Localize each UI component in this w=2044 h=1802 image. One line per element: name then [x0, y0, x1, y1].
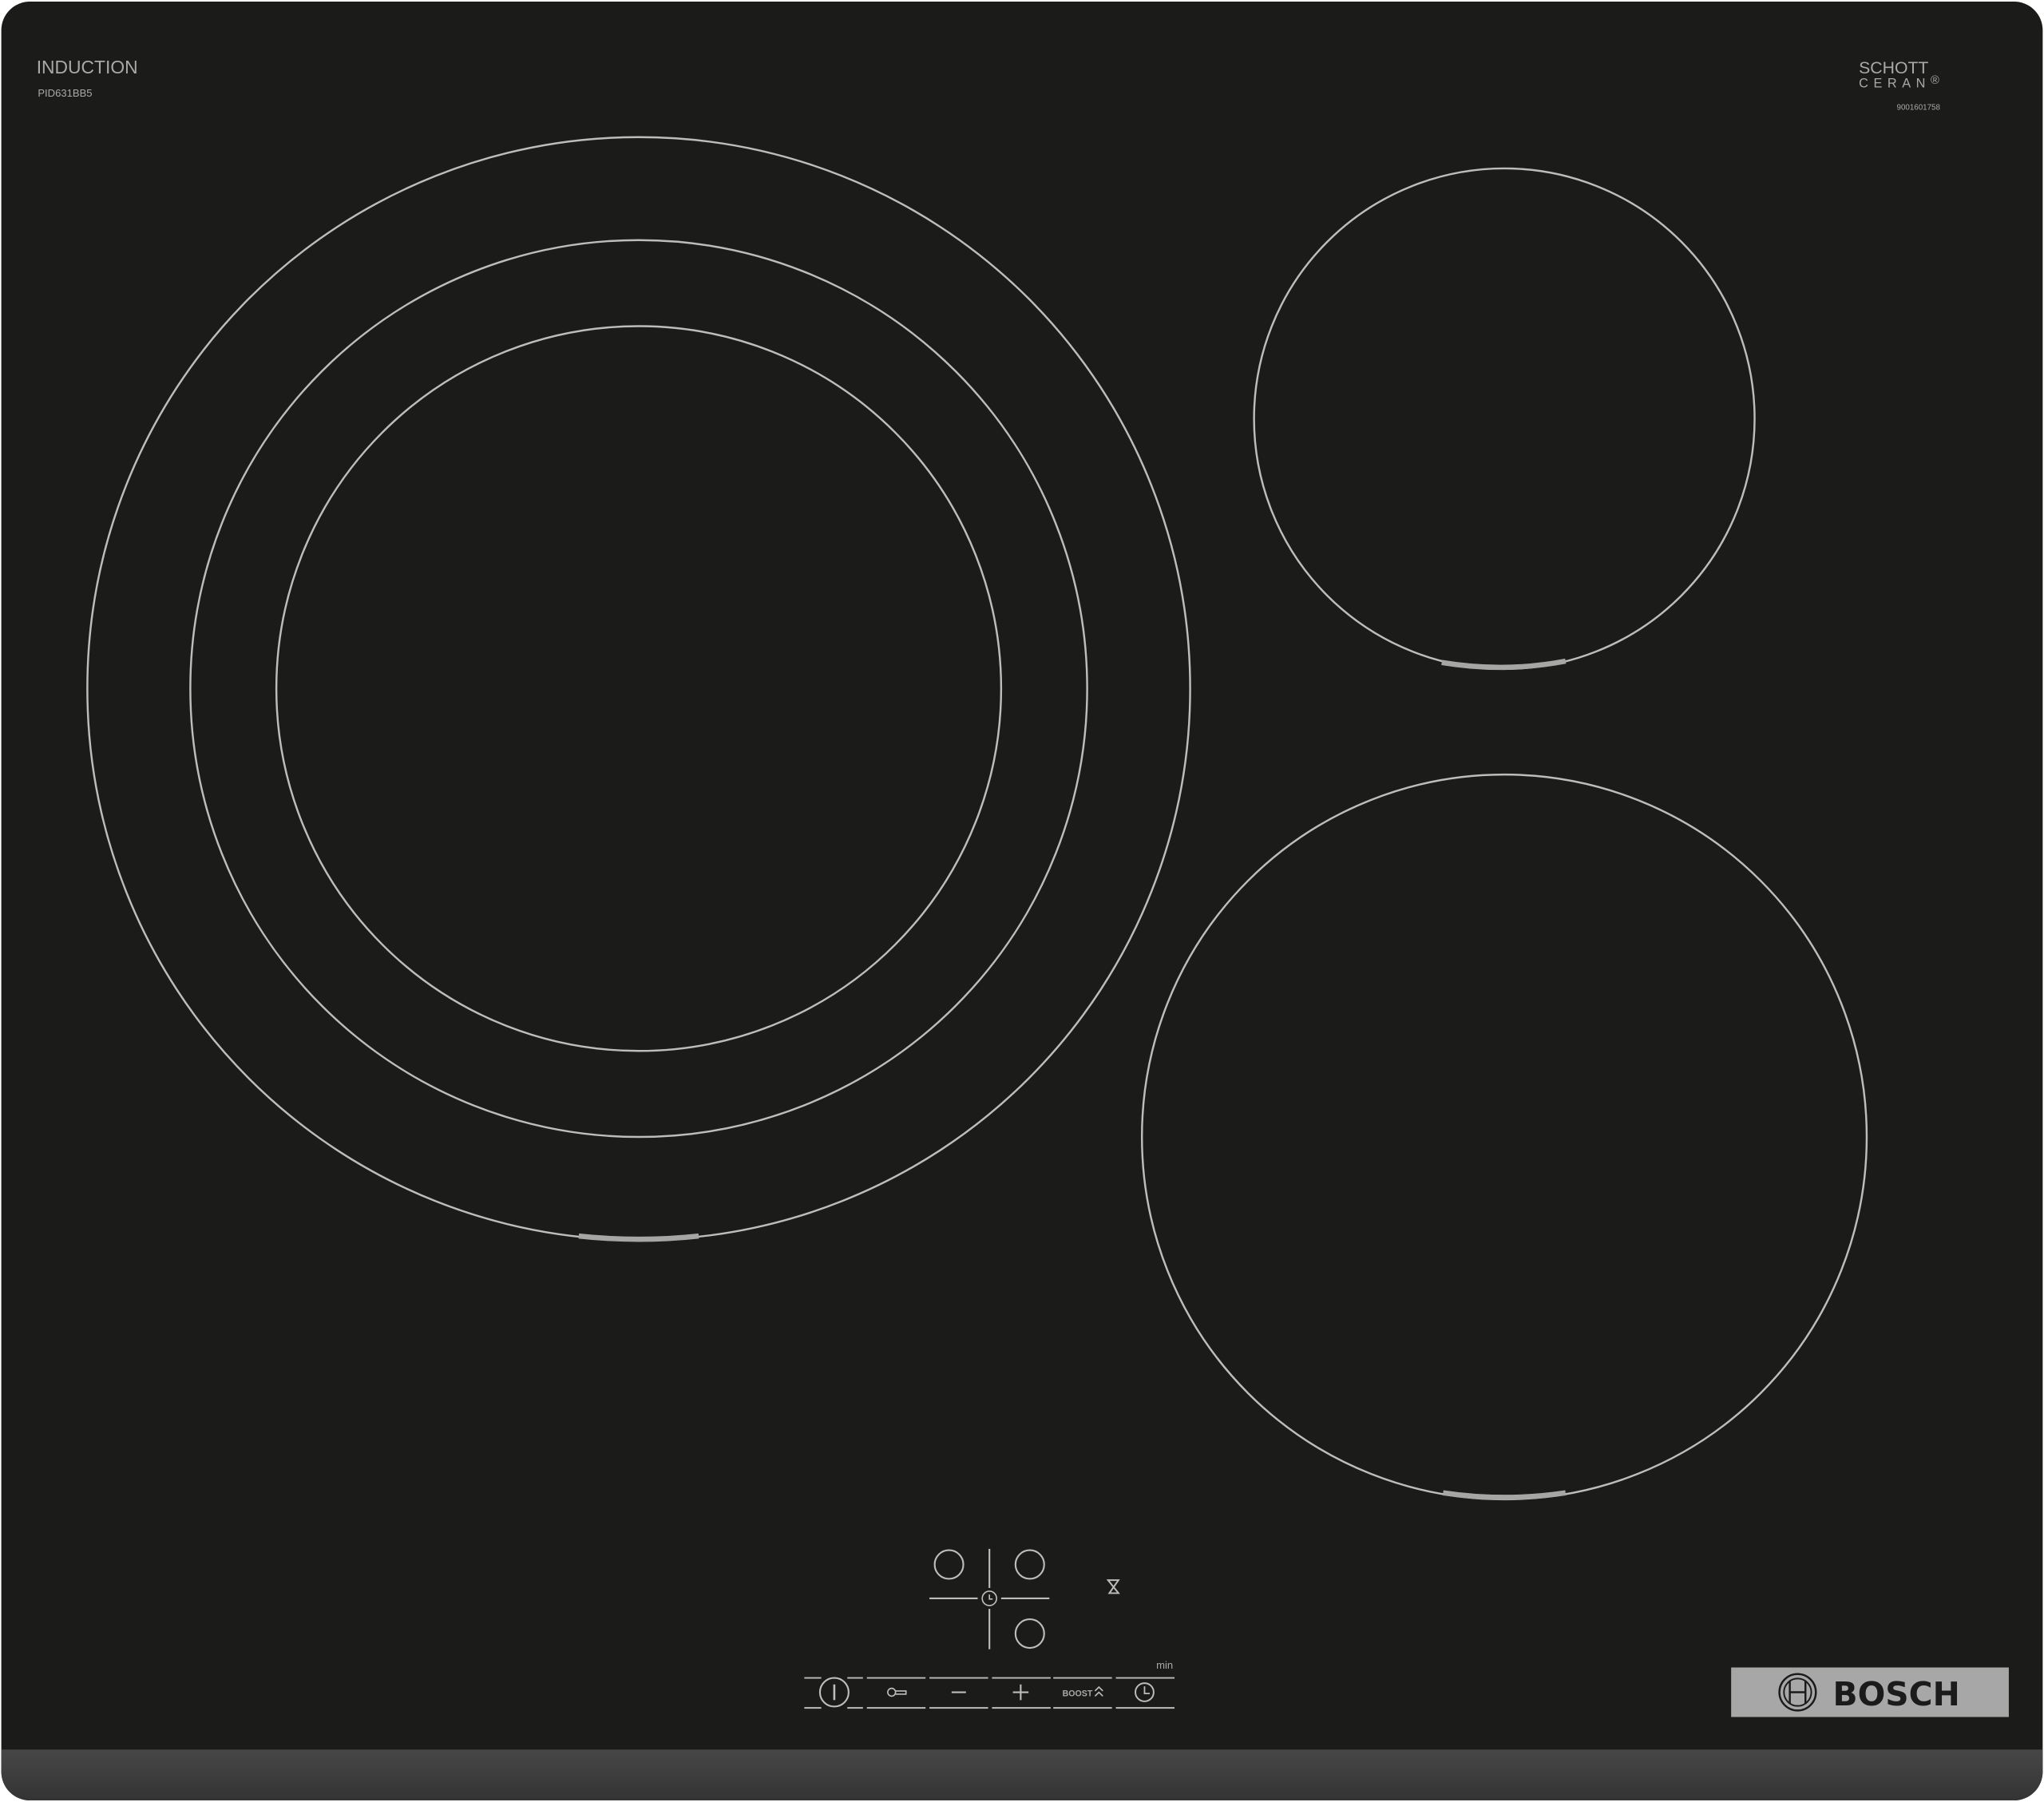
- svg-text:SCHOTT: SCHOTT: [1859, 59, 1928, 77]
- serial-number: 9001601758: [1897, 103, 1941, 112]
- induction-label: INDUCTION: [37, 57, 138, 77]
- schott-ceran-logo: SCHOTT CERAN ®: [1859, 59, 1939, 91]
- min-label: min: [1156, 1659, 1173, 1671]
- glass-surface: [1, 1, 2043, 1801]
- svg-text:®: ®: [1931, 74, 1939, 87]
- induction-hob-panel: INDUCTION PID631BB5 SCHOTT CERAN ® 90016…: [1, 1, 2043, 1801]
- svg-text:CERAN: CERAN: [1859, 77, 1931, 91]
- model-number: PID631BB5: [38, 87, 92, 99]
- front-edge: [1, 1749, 2043, 1801]
- brand-name: BOSCH: [1833, 1675, 1960, 1713]
- boost-label: BOOST: [1063, 1689, 1093, 1698]
- bosch-logo: BOSCH: [1731, 1667, 2009, 1717]
